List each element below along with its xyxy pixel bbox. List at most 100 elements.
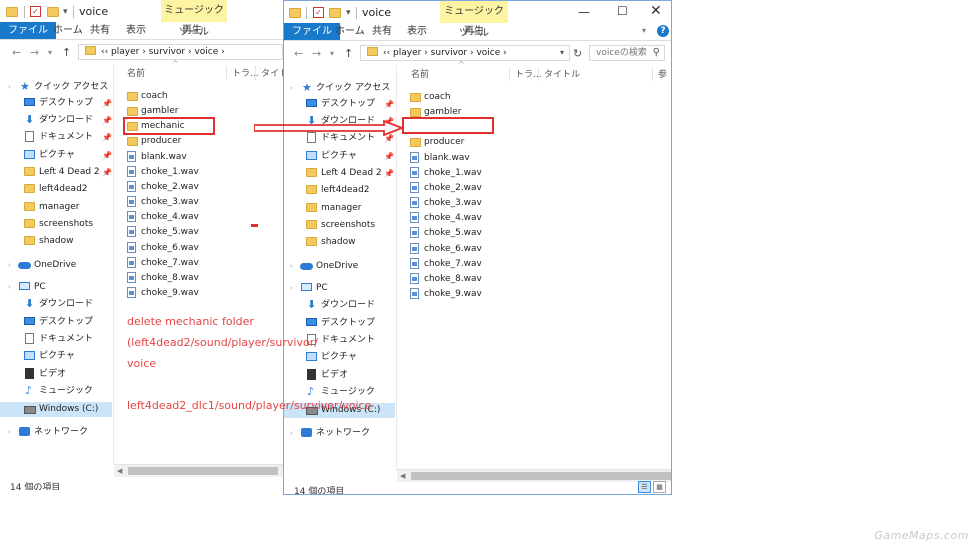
properties-icon[interactable]: ✓ xyxy=(30,6,41,17)
help-icon[interactable]: ? xyxy=(657,25,669,37)
up-arrow-icon[interactable]: ↑ xyxy=(62,46,71,59)
search-input[interactable]: voiceの検索 xyxy=(596,48,647,58)
close-icon[interactable]: ✕ xyxy=(650,3,662,19)
forward-arrow-icon[interactable]: → xyxy=(312,47,321,60)
new-folder-icon[interactable] xyxy=(329,8,341,18)
pin-icon[interactable]: 📌 xyxy=(102,96,112,111)
context-tab-music-tools[interactable]: ミュージック ツール xyxy=(440,1,508,39)
back-arrow-icon[interactable]: ← xyxy=(12,46,21,59)
tab-home[interactable]: ホーム xyxy=(47,22,89,39)
expand-icon[interactable]: › xyxy=(290,281,293,296)
column-header-name[interactable]: 名前 xyxy=(411,67,429,80)
tab-share[interactable]: 共有 xyxy=(84,22,116,39)
nav-pc-videos[interactable]: ビデオ xyxy=(24,367,112,382)
tab-view[interactable]: 表示 xyxy=(120,22,152,39)
pin-icon[interactable]: 📌 xyxy=(384,97,394,112)
scroll-left-icon[interactable]: ◀ xyxy=(117,465,122,477)
nav-folder-left4dead2[interactable]: left4dead2 xyxy=(24,182,112,197)
nav-pc-music[interactable]: ♪ ミュージック xyxy=(306,385,394,400)
pin-icon[interactable]: 📌 xyxy=(102,165,112,180)
scrollbar-thumb[interactable] xyxy=(128,467,278,475)
nav-desktop[interactable]: デスクトップ 📌 xyxy=(306,97,394,112)
nav-folder-shadow[interactable]: shadow xyxy=(306,235,394,250)
nav-desktop[interactable]: デスクトップ 📌 xyxy=(24,96,112,111)
customize-quick-access-icon[interactable]: ▾ xyxy=(346,6,351,20)
expand-icon[interactable]: › xyxy=(8,280,11,295)
tab-home[interactable]: ホーム xyxy=(329,23,371,40)
nav-pc-desktop[interactable]: デスクトップ xyxy=(306,316,394,331)
tab-view[interactable]: 表示 xyxy=(401,23,433,40)
nav-folder-left4dead2[interactable]: left4dead2 xyxy=(306,183,394,198)
nav-folder-manager[interactable]: manager xyxy=(24,200,112,215)
nav-pc-documents[interactable]: ドキュメント xyxy=(306,333,394,348)
tab-play[interactable]: 再生 xyxy=(458,23,490,40)
nav-quick-access[interactable]: › ★ クイック アクセス xyxy=(8,80,112,95)
nav-folder-screenshots[interactable]: screenshots xyxy=(306,218,394,233)
nav-pc-music[interactable]: ♪ ミュージック xyxy=(24,384,112,399)
horizontal-scrollbar[interactable]: ◀ xyxy=(397,469,671,482)
pin-icon[interactable]: 📌 xyxy=(102,130,112,145)
column-header-title[interactable]: タイトル xyxy=(261,66,283,79)
expand-icon[interactable]: › xyxy=(290,81,293,96)
nav-onedrive[interactable]: › OneDrive xyxy=(290,259,394,274)
nav-pc-windows-drive[interactable]: Windows (C:) xyxy=(0,402,112,417)
nav-pc-pictures[interactable]: ピクチャ xyxy=(24,349,112,364)
recent-chevron-icon[interactable]: ▾ xyxy=(330,49,334,58)
nav-quick-access[interactable]: › ★ クイック アクセス xyxy=(290,81,394,96)
pin-icon[interactable]: 📌 xyxy=(102,113,112,128)
nav-pc-documents[interactable]: ドキュメント xyxy=(24,332,112,347)
column-divider[interactable] xyxy=(538,67,539,81)
large-icons-view-icon[interactable]: ▦ xyxy=(653,481,666,493)
column-divider[interactable] xyxy=(652,67,653,81)
expand-icon[interactable]: › xyxy=(290,259,293,274)
search-icon[interactable]: ⚲ xyxy=(653,46,660,60)
tab-play[interactable]: 再生 xyxy=(176,22,208,39)
nav-documents[interactable]: ドキュメント 📌 xyxy=(24,130,112,145)
nav-network[interactable]: › ネットワーク xyxy=(290,426,394,441)
nav-downloads[interactable]: ⬇ ダウンロード 📌 xyxy=(24,113,112,128)
horizontal-scrollbar[interactable]: ◀ xyxy=(114,464,283,477)
nav-folder-left-4-dead-2[interactable]: Left 4 Dead 2 📌 xyxy=(306,166,394,181)
details-view-icon[interactable]: ☰ xyxy=(638,481,651,493)
address-dropdown-icon[interactable]: ▾ xyxy=(560,48,565,57)
nav-pc-desktop[interactable]: デスクトップ xyxy=(24,315,112,330)
forward-arrow-icon[interactable]: → xyxy=(30,46,39,59)
new-folder-icon[interactable] xyxy=(47,7,59,17)
address-bar[interactable]: ‹‹ player › survivor › voice › xyxy=(360,45,570,61)
nav-folder-manager[interactable]: manager xyxy=(306,201,394,216)
properties-icon[interactable]: ✓ xyxy=(313,7,324,18)
pin-icon[interactable]: 📌 xyxy=(384,166,394,181)
column-header-name[interactable]: 名前 xyxy=(127,66,145,79)
expand-icon[interactable]: › xyxy=(290,426,293,441)
address-bar[interactable]: ‹‹ player › survivor › voice › xyxy=(78,44,283,60)
nav-pictures[interactable]: ピクチャ 📌 xyxy=(24,148,112,163)
search-box[interactable]: voiceの検索 ⚲ xyxy=(589,45,665,61)
nav-pictures[interactable]: ピクチャ 📌 xyxy=(306,149,394,164)
column-divider[interactable] xyxy=(226,66,227,80)
column-divider[interactable] xyxy=(255,66,256,80)
nav-folder-screenshots[interactable]: screenshots xyxy=(24,217,112,232)
nav-network[interactable]: › ネットワーク xyxy=(8,425,112,440)
pin-icon[interactable]: 📌 xyxy=(102,148,112,163)
expand-icon[interactable]: › xyxy=(8,425,11,440)
pane-splitter[interactable] xyxy=(113,64,114,464)
customize-quick-access-icon[interactable]: ▾ xyxy=(63,5,68,19)
nav-pc-downloads[interactable]: ⬇ ダウンロード xyxy=(306,298,394,313)
refresh-icon[interactable]: ↻ xyxy=(573,47,582,60)
scrollbar-thumb[interactable] xyxy=(411,472,671,480)
nav-pc[interactable]: › PC xyxy=(290,281,394,296)
nav-pc[interactable]: › PC xyxy=(8,280,112,295)
column-divider[interactable] xyxy=(509,67,510,81)
nav-onedrive[interactable]: › OneDrive xyxy=(8,258,112,273)
minimize-icon[interactable]: — xyxy=(578,5,590,19)
scroll-left-icon[interactable]: ◀ xyxy=(400,470,405,482)
back-arrow-icon[interactable]: ← xyxy=(294,47,303,60)
nav-pc-pictures[interactable]: ピクチャ xyxy=(306,350,394,365)
expand-icon[interactable]: › xyxy=(8,258,11,273)
recent-chevron-icon[interactable]: ▾ xyxy=(48,48,52,57)
column-header-title[interactable]: タイトル xyxy=(544,67,580,80)
up-arrow-icon[interactable]: ↑ xyxy=(344,47,353,60)
nav-pc-videos[interactable]: ビデオ xyxy=(306,368,394,383)
pin-icon[interactable]: 📌 xyxy=(384,149,394,164)
nav-folder-shadow[interactable]: shadow xyxy=(24,234,112,249)
